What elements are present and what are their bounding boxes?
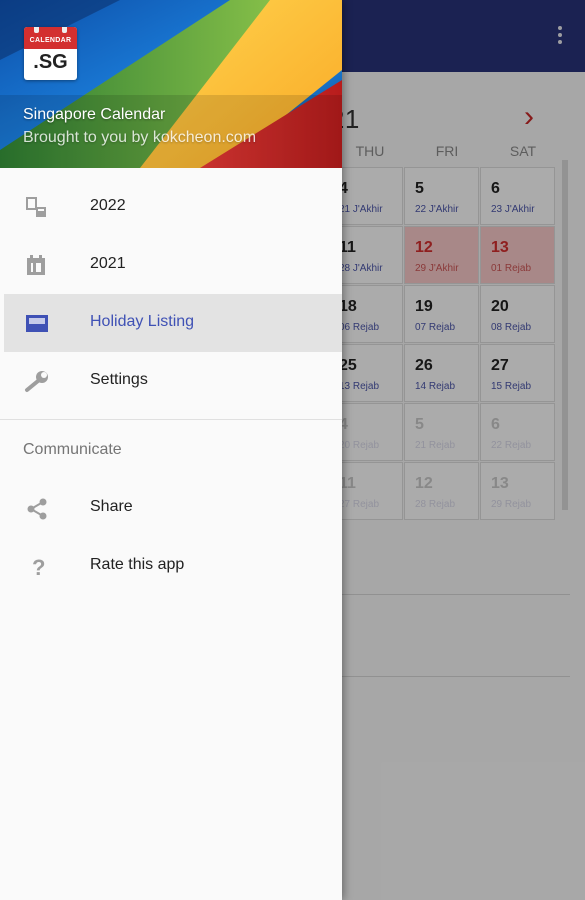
menu-item-label: Rate this app — [90, 556, 185, 573]
divider — [0, 419, 342, 420]
menu-item-2022[interactable]: 2022 — [4, 178, 342, 236]
svg-text:?: ? — [32, 555, 45, 580]
menu-item-rate-app[interactable]: ? Rate this app — [4, 537, 342, 595]
calendar-icon — [27, 255, 45, 275]
holiday-list-icon — [26, 315, 48, 332]
share-icon — [27, 498, 47, 520]
menu-item-settings[interactable]: Settings — [4, 352, 342, 410]
menu-item-share[interactable]: Share — [4, 479, 342, 537]
calendar-year-icon — [26, 197, 46, 217]
menu-item-label: Share — [90, 498, 133, 515]
menu-item-label: 2021 — [90, 255, 126, 272]
menu-item-label: Holiday Listing — [90, 313, 195, 330]
section-title-communicate: Communicate — [23, 441, 122, 458]
app-title: Singapore Calendar — [23, 106, 166, 123]
drawer-header: CALENDAR .SG Singapore Calendar Brought … — [0, 0, 342, 168]
menu-item-label: 2022 — [90, 197, 126, 214]
menu-item-holiday-listing[interactable]: Holiday Listing — [4, 294, 342, 352]
app-logo: CALENDAR .SG — [24, 27, 77, 80]
logo-sg-text: .SG — [33, 51, 68, 73]
navigation-drawer: CALENDAR .SG Singapore Calendar Brought … — [0, 0, 342, 900]
menu-item-label: Settings — [90, 371, 148, 388]
menu-item-2021[interactable]: 2021 — [4, 236, 342, 294]
logo-calendar-text: CALENDAR — [29, 37, 72, 44]
app-subtitle: Brought to you by kokcheon.com — [23, 129, 257, 146]
question-icon: ? — [32, 555, 45, 580]
wrench-icon — [25, 371, 48, 392]
